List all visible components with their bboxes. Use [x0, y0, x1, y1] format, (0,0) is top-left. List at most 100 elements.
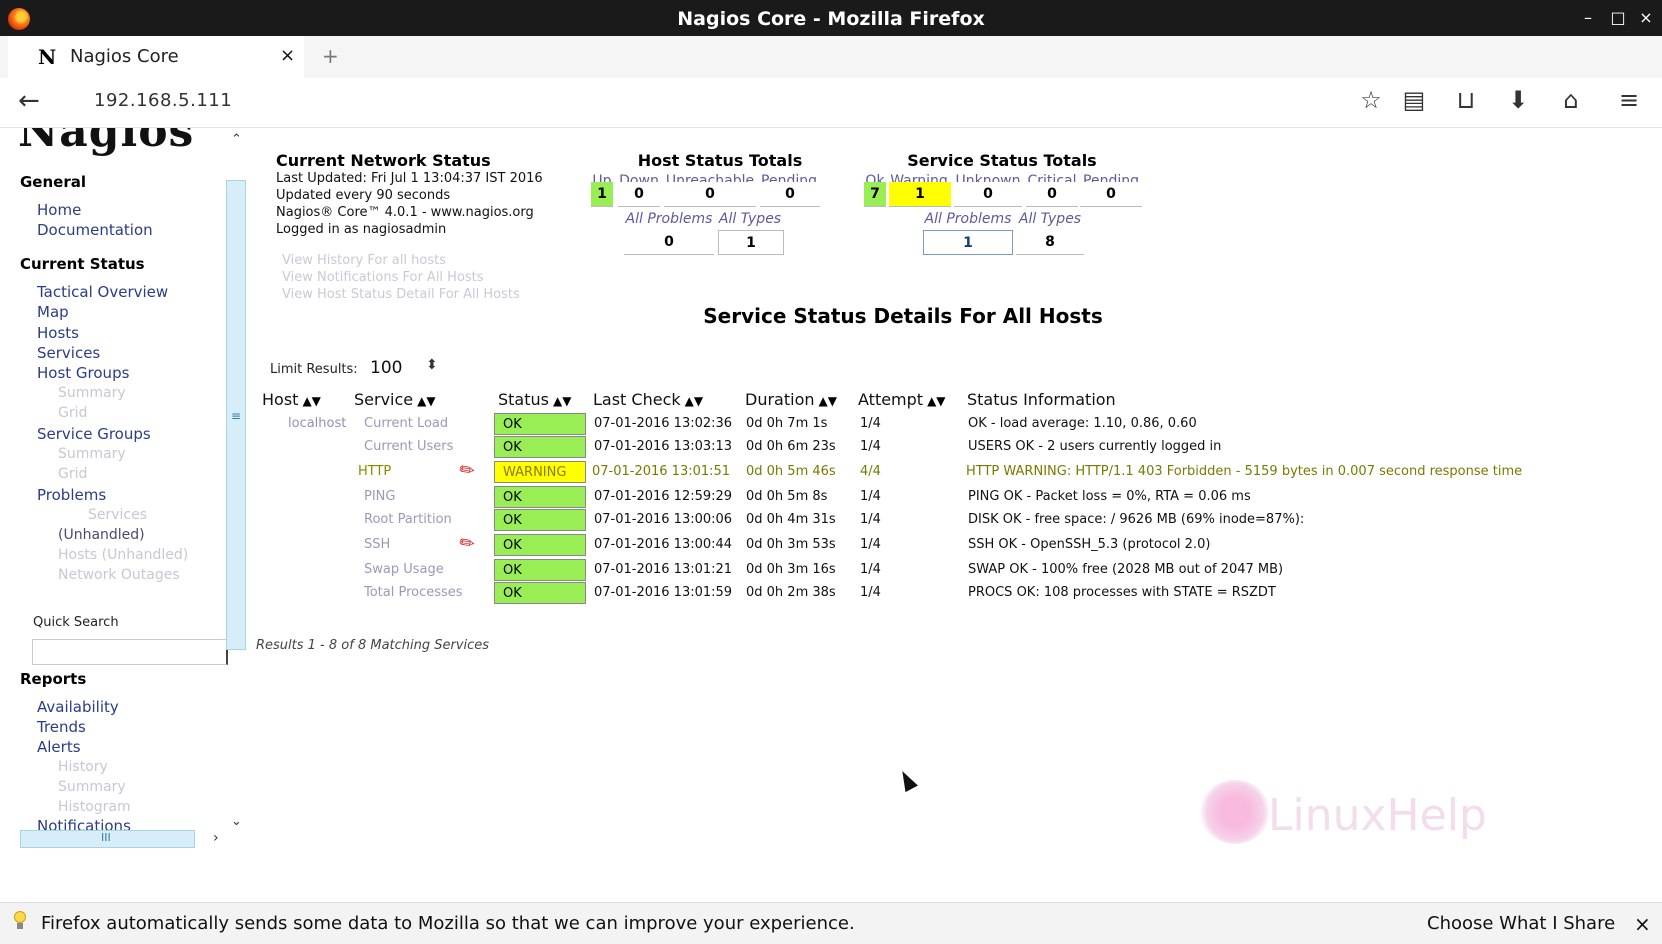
new-tab-icon[interactable]: + — [322, 44, 339, 68]
status-badge: OK — [494, 486, 586, 508]
scroll-up-icon[interactable]: ⌃ — [231, 132, 242, 147]
sort-arrows-icon[interactable]: ▲▼ — [927, 394, 945, 408]
host-up-count[interactable]: 1 — [591, 182, 613, 207]
service-critical-count[interactable]: 0 — [1026, 182, 1078, 207]
notification-close-icon[interactable]: × — [1634, 912, 1651, 936]
scroll-right-icon[interactable]: › — [213, 830, 219, 846]
row-service[interactable]: SSH — [364, 537, 390, 552]
nav-services[interactable]: Services — [37, 344, 100, 362]
nav-alerts-summary[interactable]: Summary — [58, 779, 126, 795]
nav-trends[interactable]: Trends — [37, 718, 86, 736]
url-bar[interactable]: 192.168.5.111 — [94, 90, 232, 111]
service-all-problems-count[interactable]: 1 — [923, 230, 1013, 255]
service-unknown-count[interactable]: 0 — [954, 182, 1022, 207]
nav-alerts[interactable]: Alerts — [37, 738, 81, 756]
row-service[interactable]: PING — [364, 489, 395, 504]
limit-results-select[interactable]: 100 — [370, 358, 402, 378]
service-ok-count[interactable]: 7 — [864, 182, 886, 207]
nav-availability[interactable]: Availability — [37, 698, 119, 716]
nav-hg-summary[interactable]: Summary — [58, 385, 126, 401]
host-all-types-header[interactable]: All Types — [716, 211, 784, 227]
sort-arrows-icon[interactable]: ▲▼ — [553, 394, 571, 408]
service-warning-count[interactable]: 1 — [889, 182, 951, 207]
reading-list-icon[interactable]: ▤ — [1399, 86, 1429, 114]
nav-hg-grid[interactable]: Grid — [58, 405, 87, 421]
row-host[interactable]: localhost — [288, 416, 346, 431]
service-pending-count[interactable]: 0 — [1080, 182, 1142, 207]
host-all-problems-header[interactable]: All Problems — [624, 211, 714, 227]
tab-nagios-core[interactable]: N Nagios Core × — [8, 36, 304, 78]
nav-documentation[interactable]: Documentation — [37, 221, 153, 239]
window-titlebar: Nagios Core - Mozilla Firefox – □ × — [0, 0, 1662, 36]
sort-arrows-icon[interactable]: ▲▼ — [417, 394, 435, 408]
nav-alerts-history[interactable]: History — [58, 759, 108, 775]
row-attempt: 1/4 — [860, 562, 881, 577]
nav-home[interactable]: Home — [37, 201, 81, 219]
nav-problems-hosts[interactable]: Hosts (Unhandled) — [58, 547, 188, 563]
tab-close-icon[interactable]: × — [280, 45, 295, 66]
host-down-count[interactable]: 0 — [618, 182, 660, 207]
nav-sg-grid[interactable]: Grid — [58, 466, 87, 482]
col-duration: Duration ▲▼ — [745, 390, 837, 409]
sort-arrows-icon[interactable]: ▲▼ — [685, 394, 703, 408]
close-window-button[interactable]: × — [1636, 8, 1656, 27]
row-service[interactable]: Current Load — [364, 416, 448, 431]
download-icon[interactable]: ⬇ — [1503, 86, 1533, 114]
sidebar-horizontal-scrollbar[interactable]: III — [20, 830, 195, 848]
maximize-button[interactable]: □ — [1608, 8, 1628, 27]
sidebar-vertical-scrollbar[interactable]: ≡ — [226, 180, 246, 650]
nav-network-outages[interactable]: Network Outages — [58, 567, 180, 583]
nagios-sidebar: Nagios ⌃ General Home Documentation Curr… — [0, 128, 248, 902]
limit-spinner-icon[interactable]: ⬍ — [426, 357, 438, 373]
row-attempt: 1/4 — [860, 416, 881, 431]
mouse-cursor-icon — [896, 767, 918, 793]
table-row: PING OK 07-01-2016 12:59:29 0d 0h 5m 8s … — [248, 485, 1662, 509]
results-count: Results 1 - 8 of 8 Matching Services — [256, 638, 490, 653]
link-view-history[interactable]: View History For all hosts — [282, 253, 446, 268]
choose-what-i-share-button[interactable]: Choose What I Share — [1427, 913, 1615, 934]
bookmark-star-icon[interactable]: ☆ — [1356, 86, 1386, 114]
row-duration: 0d 0h 5m 46s — [746, 464, 836, 479]
host-all-types-count[interactable]: 1 — [718, 230, 784, 255]
link-view-notifications[interactable]: View Notifications For All Hosts — [282, 270, 484, 285]
host-all-problems-count[interactable]: 0 — [624, 230, 714, 255]
row-service[interactable]: Total Processes — [364, 585, 463, 600]
nav-alerts-histogram[interactable]: Histogram — [58, 799, 131, 815]
row-last-check: 07-01-2016 13:01:51 — [592, 464, 731, 479]
service-all-problems-header[interactable]: All Problems — [922, 211, 1014, 227]
sort-arrows-icon[interactable]: ▲▼ — [819, 394, 837, 408]
service-all-types-count[interactable]: 8 — [1016, 230, 1084, 255]
row-status-info: DISK OK - free space: / 9626 MB (69% ino… — [968, 512, 1305, 527]
nav-hosts[interactable]: Hosts — [37, 324, 79, 342]
row-service[interactable]: Root Partition — [364, 512, 452, 527]
quick-search-input[interactable] — [32, 639, 228, 665]
service-all-types-header[interactable]: All Types — [1016, 211, 1084, 227]
link-host-status-detail[interactable]: View Host Status Detail For All Hosts — [282, 287, 520, 302]
hamburger-menu-icon[interactable]: ≡ — [1614, 86, 1644, 114]
host-pending-count[interactable]: 0 — [760, 182, 820, 207]
minimize-button[interactable]: – — [1578, 8, 1598, 27]
row-duration: 0d 0h 3m 16s — [746, 562, 836, 577]
row-status-info: OK - load average: 1.10, 0.86, 0.60 — [968, 416, 1197, 431]
row-service[interactable]: Swap Usage — [364, 562, 444, 577]
nav-sg-summary[interactable]: Summary — [58, 446, 126, 462]
host-unreachable-count[interactable]: 0 — [664, 182, 756, 207]
row-service[interactable]: Current Users — [364, 439, 453, 454]
row-status-info: PING OK - Packet loss = 0%, RTA = 0.06 m… — [968, 489, 1251, 504]
nav-problems-services[interactable]: Services — [88, 507, 147, 523]
scroll-down-icon[interactable]: ⌄ — [231, 814, 242, 829]
nav-problems[interactable]: Problems — [37, 486, 106, 504]
back-arrow-icon[interactable]: ← — [18, 86, 40, 116]
pocket-icon[interactable]: ⊔ — [1451, 86, 1481, 114]
nav-map[interactable]: Map — [37, 303, 69, 321]
row-service[interactable]: HTTP — [358, 464, 391, 479]
nagios-version[interactable]: Nagios® Core™ 4.0.1 - www.nagios.org — [276, 205, 534, 220]
home-icon[interactable]: ⌂ — [1556, 86, 1586, 114]
nav-service-groups[interactable]: Service Groups — [37, 425, 151, 443]
nav-host-groups[interactable]: Host Groups — [37, 364, 129, 382]
nav-tactical-overview[interactable]: Tactical Overview — [37, 283, 168, 301]
row-last-check: 07-01-2016 13:01:59 — [594, 585, 733, 600]
section-current-status: Current Status — [20, 255, 145, 273]
sort-arrows-icon[interactable]: ▲▼ — [302, 394, 320, 408]
nav-problems-unhandled[interactable]: (Unhandled) — [58, 527, 145, 543]
